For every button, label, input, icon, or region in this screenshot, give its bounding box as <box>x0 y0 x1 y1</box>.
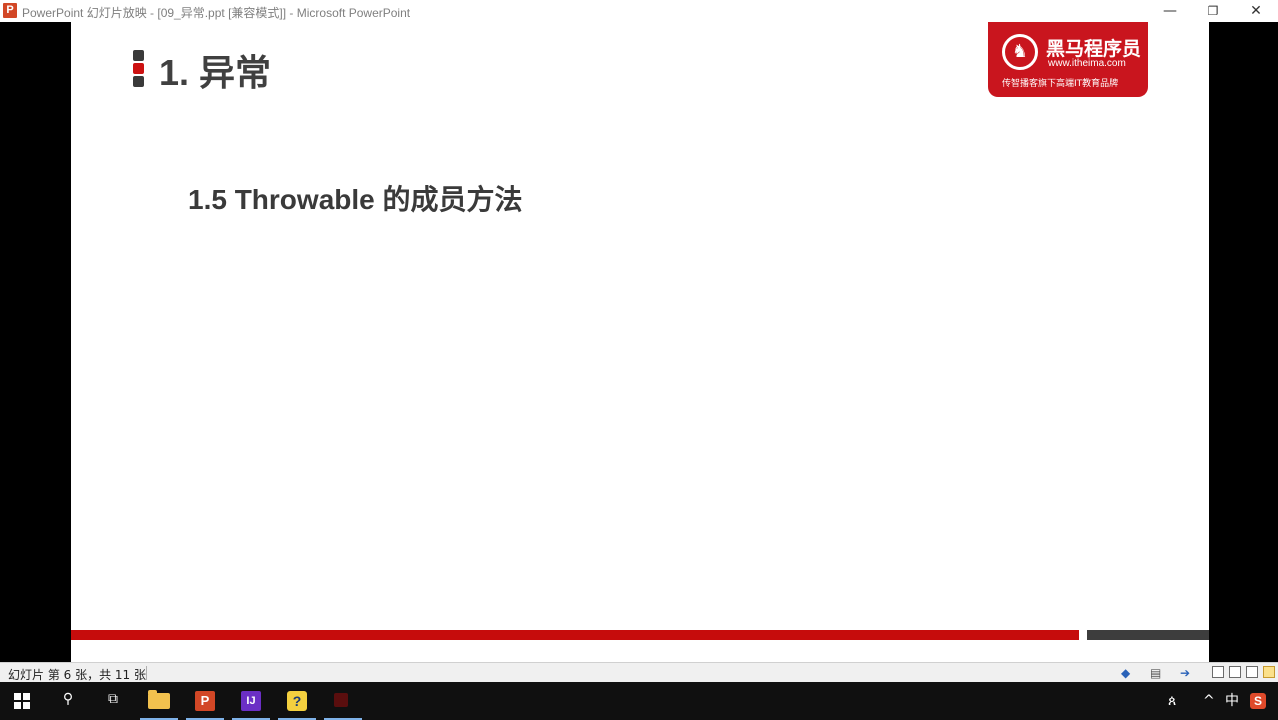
slide-heading: 1. 异常 <box>159 52 272 93</box>
sogou-ime-icon[interactable]: S <box>1250 693 1266 709</box>
python-icon: ? <box>287 691 307 711</box>
close-button[interactable]: ✕ <box>1246 2 1266 20</box>
bullet-dark-icon <box>133 76 144 87</box>
search-icon: ⚲ <box>62 691 74 707</box>
horse-logo-icon: ♞ <box>1002 34 1038 70</box>
window-title: PowerPoint 幻灯片放映 - [09_异常.ppt [兼容模式]] - … <box>22 6 411 20</box>
slide[interactable]: 1. 异常 1.5 Throwable 的成员方法 ♞ 黑马程序员 www.it… <box>71 22 1209 662</box>
progress-remaining <box>1087 630 1209 640</box>
heading-bullet-icon <box>133 50 144 89</box>
slide-subheading: 1.5 Throwable 的成员方法 <box>188 184 523 215</box>
title-bar: P PowerPoint 幻灯片放映 - [09_异常.ppt [兼容模式]] … <box>0 0 1278 23</box>
start-button[interactable] <box>0 682 46 720</box>
app-icon <box>334 693 348 707</box>
slide-counter: 幻灯片 第 6 张，共 11 张 <box>8 668 146 682</box>
python-taskbar-button[interactable]: ? <box>274 682 320 720</box>
app-taskbar-button[interactable] <box>320 682 366 720</box>
bullet-dark-icon <box>133 50 144 61</box>
slide-show-stage: 1. 异常 1.5 Throwable 的成员方法 ♞ 黑马程序员 www.it… <box>0 22 1278 662</box>
file-explorer-button[interactable] <box>136 682 182 720</box>
next-arrow-icon[interactable]: ➔ <box>1180 666 1190 680</box>
powerpoint-taskbar-button[interactable]: P <box>182 682 228 720</box>
intellij-icon: IJ <box>241 691 261 711</box>
intellij-taskbar-button[interactable]: IJ <box>228 682 274 720</box>
powerpoint-icon: P <box>195 691 215 711</box>
notes-icon[interactable]: ▤ <box>1150 666 1161 680</box>
slide-sorter-view-button[interactable] <box>1229 666 1241 678</box>
search-button[interactable]: ⚲ <box>45 682 91 720</box>
status-divider <box>146 666 147 680</box>
logo-name: 黑马程序员 <box>1046 38 1142 60</box>
reading-view-button[interactable] <box>1246 666 1258 678</box>
normal-view-button[interactable] <box>1212 666 1224 678</box>
progress-fill <box>71 630 1079 640</box>
previous-arrow-icon[interactable]: ◆ <box>1121 666 1130 680</box>
status-bar: 幻灯片 第 6 张，共 11 张 ◆ ▤ ➔ <box>0 662 1278 683</box>
itheima-logo: ♞ 黑马程序员 www.itheima.com 传智播客旗下高端IT教育品牌 <box>988 22 1148 97</box>
people-icon[interactable]: ጰ <box>1168 692 1176 710</box>
input-method-indicator[interactable]: 中 <box>1225 692 1239 710</box>
logo-slogan: 传智播客旗下高端IT教育品牌 <box>1002 79 1119 89</box>
folder-icon <box>148 690 170 709</box>
slide-progress-bar <box>71 628 1209 640</box>
task-view-button[interactable]: ⧉ <box>90 682 136 720</box>
show-hidden-icons-chevron-icon[interactable]: ^ <box>1203 692 1215 710</box>
minimize-button[interactable]: — <box>1160 2 1180 20</box>
bullet-red-icon <box>133 63 144 74</box>
logo-url: www.itheima.com <box>1048 58 1126 69</box>
restore-button[interactable]: ❐ <box>1203 2 1223 20</box>
taskbar: ⚲ ⧉ P IJ ? ጰ ^ 中 S <box>0 682 1278 720</box>
slide-show-view-button[interactable] <box>1263 666 1275 678</box>
windows-logo-icon <box>14 693 30 709</box>
powerpoint-app-icon[interactable]: P <box>3 3 17 18</box>
task-view-icon: ⧉ <box>108 691 118 707</box>
